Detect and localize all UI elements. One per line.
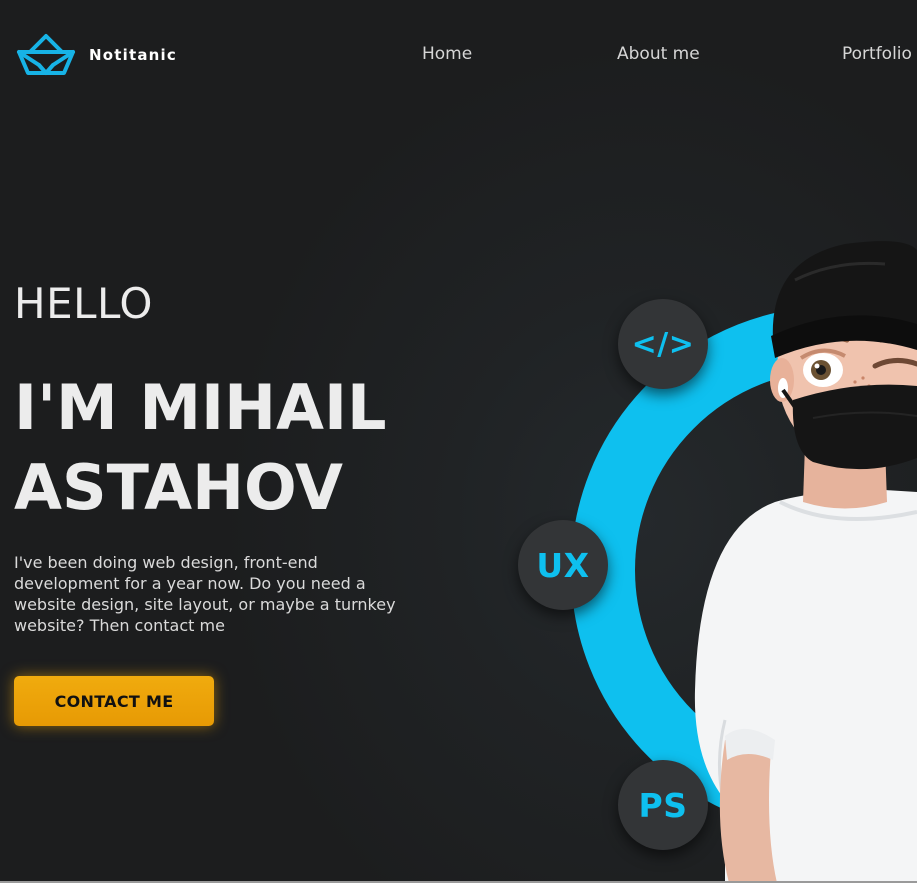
skill-label-ux: UX	[536, 545, 590, 585]
avatar-character	[694, 241, 917, 883]
skill-badge-ux: UX	[518, 520, 608, 610]
page: Notitanic Home About me Portfolio HELLO …	[0, 0, 917, 883]
skill-label-ps: PS	[638, 785, 688, 825]
hero-illustration: </> UX PS	[0, 0, 917, 883]
